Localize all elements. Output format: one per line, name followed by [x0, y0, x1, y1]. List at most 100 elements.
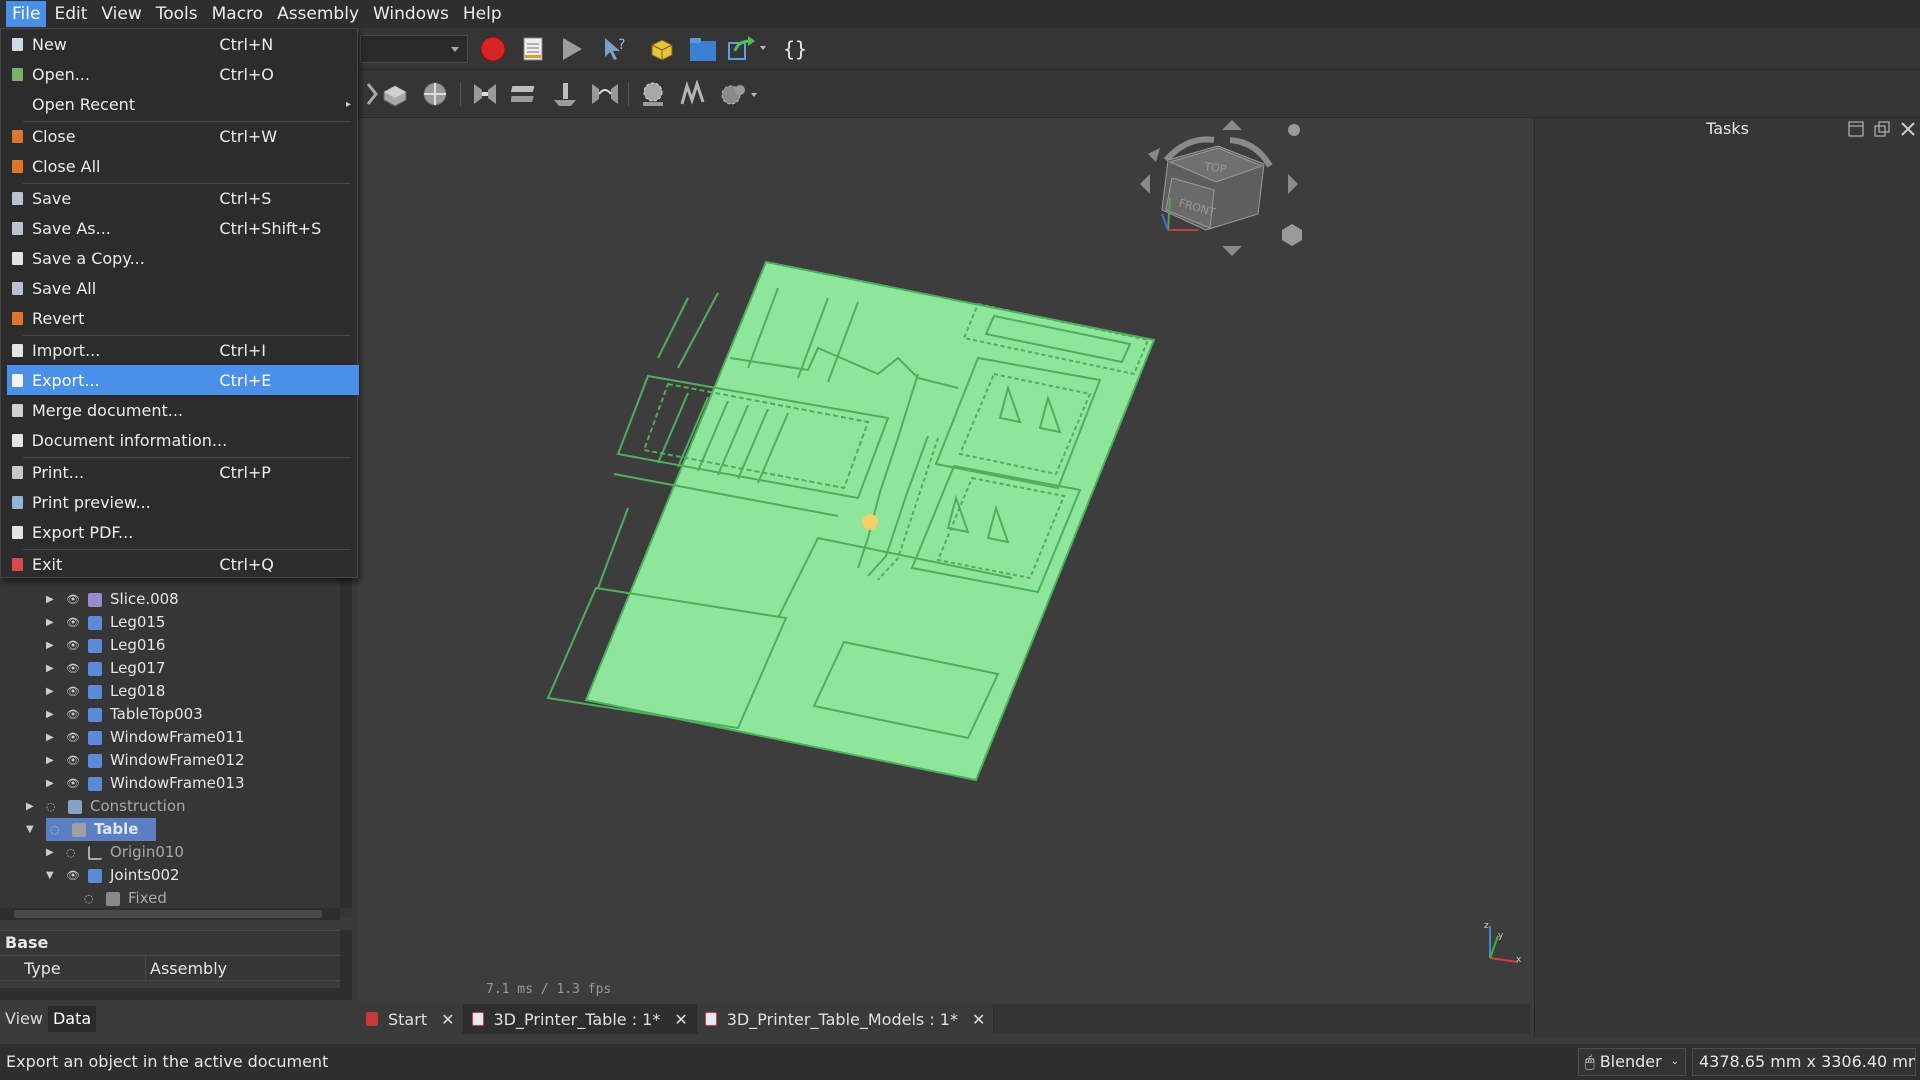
- menu-item-exit[interactable]: Exit Ctrl+Q: [7, 549, 359, 579]
- tree-vertical-scrollbar[interactable]: [340, 578, 352, 908]
- tab-start[interactable]: Start ✕: [358, 1004, 464, 1034]
- close-icon[interactable]: [1900, 121, 1916, 137]
- navigation-cube[interactable]: TOP FRONT: [1140, 120, 1302, 256]
- menu-item-save-copy[interactable]: Save a Copy...: [7, 243, 359, 273]
- menu-item-save-all[interactable]: Save All: [7, 273, 359, 303]
- tree-item[interactable]: ▼ 👁 Joints002: [46, 864, 180, 887]
- menu-item-close-all[interactable]: Close All: [7, 151, 359, 181]
- eye-icon[interactable]: 👁: [66, 749, 80, 772]
- menu-bar: File Edit View Tools Macro Assembly Wind…: [0, 0, 1920, 28]
- tree-item[interactable]: ▶ 👁 WindowFrame011: [46, 726, 245, 749]
- menu-item-export[interactable]: Export... Ctrl+E: [7, 365, 359, 395]
- menu-item-open[interactable]: Open... Ctrl+O: [7, 59, 359, 89]
- menu-help[interactable]: Help: [457, 1, 508, 27]
- solve-assembly-icon[interactable]: [678, 79, 708, 109]
- menu-item-print-preview[interactable]: Print preview...: [7, 487, 359, 517]
- axis-indicator: z y x: [1484, 921, 1522, 965]
- tree-item[interactable]: ▶ 👁 TableTop003: [46, 703, 203, 726]
- eye-off-icon[interactable]: ◌: [50, 818, 62, 841]
- braces-icon[interactable]: {}: [780, 34, 810, 64]
- tree-item[interactable]: ▶ 👁 Leg018: [46, 680, 165, 703]
- menu-item-import[interactable]: Import... Ctrl+I: [7, 335, 359, 365]
- dimension-readout[interactable]: 4378.65 mm x 3306.40 mm: [1692, 1048, 1916, 1076]
- property-vertical-scrollbar[interactable]: [340, 930, 352, 1000]
- tree-item[interactable]: ▶ 👁 Leg017: [46, 657, 165, 680]
- tree-item[interactable]: ▶ ◌ Construction: [26, 795, 186, 818]
- eye-off-icon[interactable]: ◌: [66, 841, 78, 864]
- eye-icon[interactable]: 👁: [66, 680, 80, 703]
- record-macro-icon[interactable]: [478, 34, 508, 64]
- macro-editor-icon[interactable]: [518, 34, 548, 64]
- cylindrical-joint-icon[interactable]: [550, 79, 580, 109]
- menu-item-close[interactable]: Close Ctrl+W: [7, 121, 359, 151]
- model-view[interactable]: TOP FRONT z y x: [358, 118, 1530, 1002]
- eye-off-icon[interactable]: ◌: [84, 887, 96, 910]
- eye-icon[interactable]: 👁: [66, 588, 80, 611]
- save-copy-icon: [12, 251, 23, 265]
- menu-file[interactable]: File: [6, 1, 47, 27]
- menu-assembly[interactable]: Assembly: [271, 1, 365, 27]
- close-tab-icon[interactable]: ✕: [972, 1010, 985, 1029]
- navigation-style-selector[interactable]: 🖱 Blender ⌄: [1578, 1048, 1686, 1076]
- eye-off-icon[interactable]: ◌: [46, 795, 58, 818]
- menu-view[interactable]: View: [95, 1, 147, 27]
- insert-component-icon[interactable]: [380, 79, 410, 109]
- menu-item-document-information[interactable]: Document information...: [7, 425, 359, 455]
- eye-icon[interactable]: 👁: [66, 657, 80, 680]
- slider-joint-icon[interactable]: [590, 79, 620, 109]
- menu-item-export-pdf[interactable]: Export PDF...: [7, 517, 359, 547]
- gears-icon[interactable]: [638, 79, 668, 109]
- tree-item[interactable]: ▶ 👁 WindowFrame013: [46, 772, 245, 795]
- revolute-joint-icon[interactable]: [510, 79, 540, 109]
- settings-gear-icon[interactable]: [718, 79, 762, 109]
- float-icon[interactable]: [1874, 121, 1890, 137]
- menu-item-new[interactable]: New Ctrl+N: [7, 29, 359, 59]
- model-tree: ▶ 👁 Slice.008 ▶ 👁 Leg015 ▶ 👁 Leg016 ▶ 👁 Leg017 ▶…: [0, 578, 352, 920]
- menu-edit[interactable]: Edit: [48, 1, 93, 27]
- tree-horizontal-scrollbar[interactable]: [0, 908, 340, 920]
- menu-item-revert[interactable]: Revert: [7, 303, 359, 333]
- menu-windows[interactable]: Windows: [367, 1, 455, 27]
- addon-manager-icon[interactable]: [647, 34, 677, 64]
- tab-view[interactable]: View: [0, 1006, 48, 1032]
- property-row[interactable]: Type Assembly: [0, 955, 340, 981]
- tree-item[interactable]: ▶ 👁 Leg016: [46, 634, 165, 657]
- menu-tools[interactable]: Tools: [150, 1, 204, 27]
- menu-macro[interactable]: Macro: [206, 1, 269, 27]
- menu-item-save[interactable]: Save Ctrl+S: [7, 183, 359, 213]
- whats-this-icon[interactable]: ?: [600, 34, 630, 64]
- eye-icon[interactable]: 👁: [66, 772, 80, 795]
- property-value[interactable]: Assembly: [146, 956, 227, 980]
- tree-item-selected[interactable]: ▼ ◌ Table: [26, 818, 157, 841]
- share-icon[interactable]: [726, 34, 770, 64]
- tab-3d-printer-table-models[interactable]: 3D_Printer_Table_Models : 1* ✕: [696, 1004, 995, 1034]
- run-macro-icon[interactable]: [556, 34, 586, 64]
- dock-icon[interactable]: [1848, 121, 1864, 137]
- menu-item-merge-document[interactable]: Merge document...: [7, 395, 359, 425]
- tree-item[interactable]: ▶ ◌ Origin010: [46, 841, 184, 864]
- eye-icon[interactable]: 👁: [66, 611, 80, 634]
- workbench-selector[interactable]: [360, 35, 468, 63]
- tab-data[interactable]: Data: [47, 1006, 97, 1032]
- close-tab-icon[interactable]: ✕: [674, 1010, 687, 1029]
- menu-item-save-as[interactable]: Save As... Ctrl+Shift+S: [7, 213, 359, 243]
- tree-item[interactable]: ◌ Fixed: [84, 887, 167, 910]
- tree-item[interactable]: ▶ 👁 Slice.008: [46, 588, 179, 611]
- eye-icon[interactable]: 👁: [66, 726, 80, 749]
- folder-icon[interactable]: [688, 34, 718, 64]
- menu-item-print[interactable]: Print... Ctrl+P: [7, 457, 359, 487]
- tree-item[interactable]: ▶ 👁 WindowFrame012: [46, 749, 245, 772]
- eye-icon[interactable]: 👁: [66, 634, 80, 657]
- eye-icon[interactable]: 👁: [66, 703, 80, 726]
- 3d-viewport[interactable]: TOP FRONT z y x 7.1 ms / 1.3 fps: [358, 118, 1530, 1002]
- fixed-joint-tool-icon[interactable]: [470, 79, 500, 109]
- close-tab-icon[interactable]: ✕: [441, 1010, 454, 1029]
- tree-item[interactable]: ▶ 👁 Leg015: [46, 611, 165, 634]
- property-horizontal-scrollbar[interactable]: [0, 988, 340, 1000]
- ground-icon[interactable]: [420, 79, 450, 109]
- eye-icon[interactable]: 👁: [66, 864, 80, 887]
- menu-item-open-recent[interactable]: Open Recent ▸: [7, 89, 359, 119]
- tab-3d-printer-table[interactable]: 3D_Printer_Table : 1* ✕: [463, 1004, 697, 1034]
- fixed-joint-icon: [106, 891, 120, 906]
- chevron-down-icon: ⌄: [1670, 1056, 1679, 1067]
